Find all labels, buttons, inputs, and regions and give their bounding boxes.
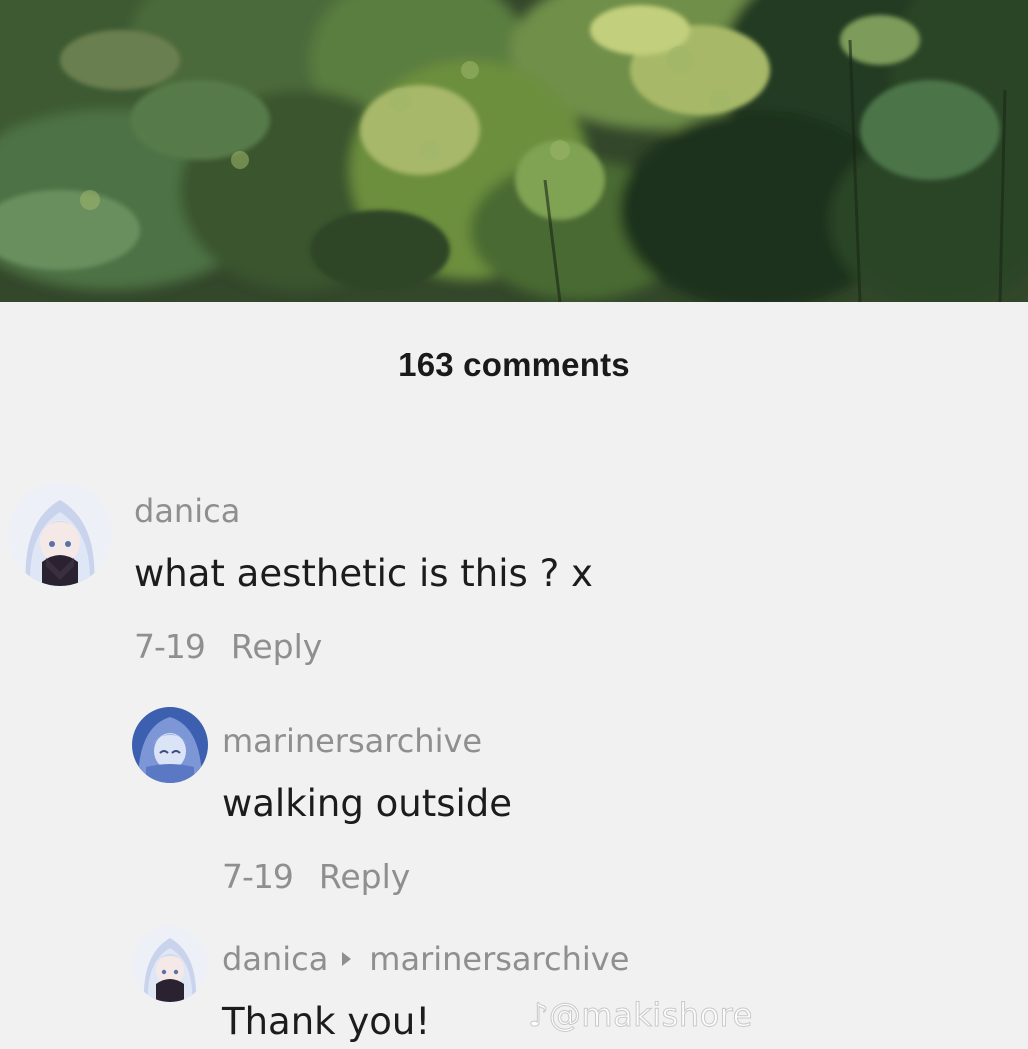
video-background[interactable] — [0, 0, 1028, 302]
reply-date: 7-19 — [222, 857, 294, 896]
avatar-image — [132, 707, 208, 783]
reply-username: danica marinersarchive — [222, 940, 629, 978]
reply-username[interactable]: marinersarchive — [222, 722, 482, 760]
comment-count: 163 comments — [398, 346, 630, 383]
play-triangle-icon — [342, 952, 352, 966]
screen: 163 comments danica what aesthetic is th… — [0, 0, 1028, 1049]
comment-text: what aesthetic is this ? x — [134, 552, 593, 595]
watermark: ♪@makishore — [528, 996, 753, 1035]
reply-button[interactable]: Reply — [319, 857, 410, 896]
avatar-image — [132, 926, 208, 1002]
comment-date: 7-19 — [134, 627, 206, 666]
comment-meta: 7-19 Reply — [134, 627, 322, 666]
reply-to-username[interactable]: marinersarchive — [369, 940, 629, 978]
watermark-handle: @makishore — [548, 996, 753, 1035]
comment-username[interactable]: danica — [134, 492, 240, 530]
avatar[interactable] — [132, 707, 208, 783]
reply-meta: 7-19 Reply — [222, 857, 410, 896]
comments-sheet: 163 comments danica what aesthetic is th… — [0, 302, 1028, 1049]
avatar-image — [8, 482, 112, 586]
avatar[interactable] — [8, 482, 112, 586]
avatar[interactable] — [132, 926, 208, 1002]
forest-image — [0, 0, 1028, 302]
reply-text: walking outside — [222, 782, 513, 825]
tiktok-icon: ♪ — [528, 996, 549, 1035]
reply-text: Thank you! — [222, 1000, 431, 1043]
reply-button[interactable]: Reply — [231, 627, 322, 666]
reply-author[interactable]: danica — [222, 940, 328, 978]
